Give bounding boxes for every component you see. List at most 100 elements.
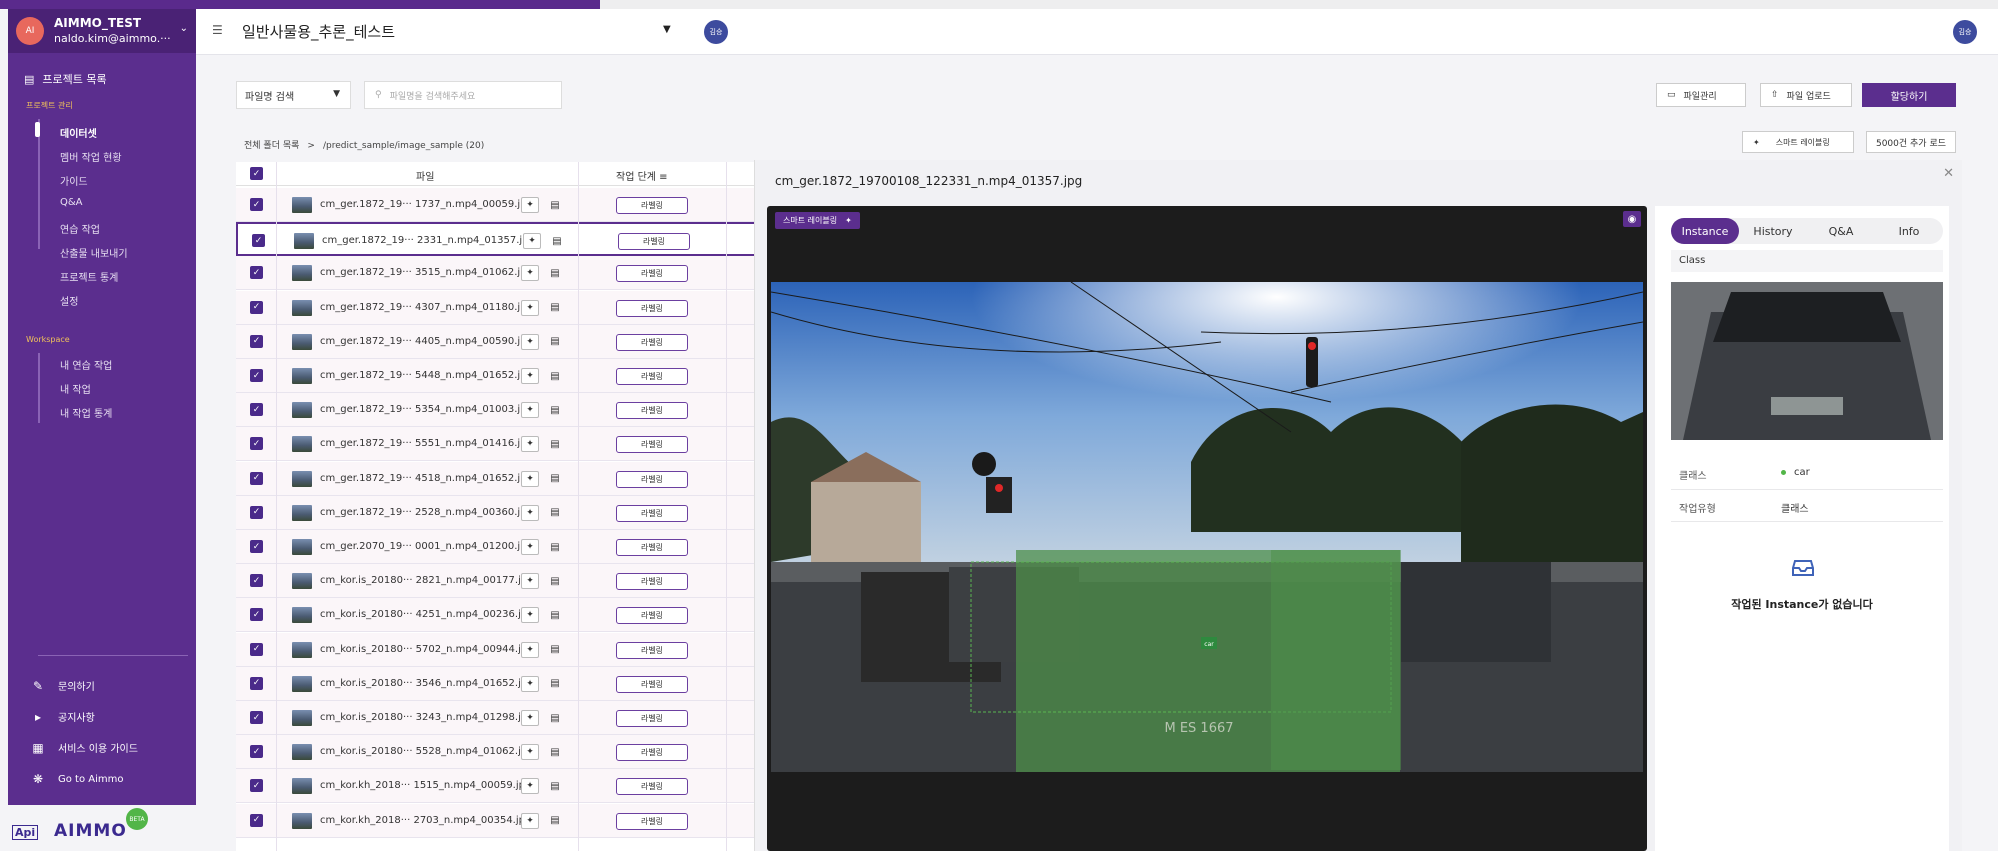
- sidebar-item-inquiry[interactable]: ✎ 문의하기: [30, 678, 95, 694]
- row-filename[interactable]: cm_ger.1872_19··· 5448_n.mp4_01652.jpg: [320, 370, 533, 381]
- load-more-button[interactable]: 5000건 추가 로드: [1866, 131, 1956, 153]
- account-switcher[interactable]: AI AIMMO_TEST naldo.kim@aimmo.··· ⌄: [8, 9, 196, 53]
- sidebar-item-stats[interactable]: 프로젝트 통계: [60, 269, 118, 284]
- row-filename[interactable]: cm_kor.kh_2018··· 2703_n.mp4_00354.jpg: [320, 815, 531, 826]
- magic-wand-icon[interactable]: ✦: [521, 607, 539, 624]
- project-title[interactable]: 일반사물용_추론_테스트: [242, 21, 395, 42]
- eye-icon[interactable]: ◉: [1623, 211, 1641, 227]
- row-checkbox[interactable]: ✓: [250, 676, 263, 690]
- table-row[interactable]: ✓ cm_ger.1872_19··· 4405_n.mp4_00590.jpg ✦…: [236, 324, 796, 359]
- export-icon[interactable]: ▤: [546, 265, 564, 281]
- row-filename[interactable]: cm_ger.1872_19··· 4307_n.mp4_01180.jpg: [320, 302, 533, 313]
- table-row[interactable]: ✓ cm_kor.is_20180··· 2821_n.mp4_00177.jpg…: [236, 564, 796, 599]
- export-icon[interactable]: ▤: [546, 607, 564, 623]
- magic-wand-icon[interactable]: ✦: [521, 573, 539, 590]
- row-filename[interactable]: cm_ger.1872_19··· 4405_n.mp4_00590.jpg: [320, 336, 533, 347]
- row-checkbox[interactable]: ✓: [250, 779, 263, 793]
- row-status-button[interactable]: 라벨링: [616, 197, 688, 214]
- export-icon[interactable]: ▤: [546, 676, 564, 692]
- table-row[interactable]: ✓ cm_ger.1872_19··· 3515_n.mp4_01062.jpg ✦…: [236, 256, 796, 291]
- sidebar-item-go-aimmo[interactable]: ❋ Go to Aimmo: [30, 772, 124, 786]
- row-status-button[interactable]: 라벨링: [616, 265, 688, 283]
- chevron-down-icon[interactable]: ⌄: [180, 23, 188, 34]
- breadcrumb-root[interactable]: 전체 폴더 목록: [244, 141, 299, 151]
- tab-info[interactable]: Info: [1875, 218, 1943, 244]
- select-all-checkbox[interactable]: ✓: [250, 167, 263, 180]
- row-checkbox[interactable]: ✓: [250, 403, 263, 417]
- row-filename[interactable]: cm_ger.1872_19··· 5354_n.mp4_01003.jpg: [320, 404, 533, 415]
- row-checkbox[interactable]: ✓: [250, 300, 263, 314]
- row-status-button[interactable]: 라벨링: [616, 299, 688, 317]
- export-icon[interactable]: ▤: [546, 539, 564, 555]
- table-row[interactable]: ✓ cm_ger.1872_19··· 5551_n.mp4_01416.jpg ✦…: [236, 427, 796, 462]
- magic-wand-icon[interactable]: ✦: [521, 675, 539, 692]
- row-filename[interactable]: cm_kor.is_20180··· 5528_n.mp4_01062.jpg: [320, 746, 534, 757]
- export-icon[interactable]: ▤: [546, 300, 564, 316]
- smart-labeling-button[interactable]: ✦ 스마트 레이블링: [1742, 131, 1854, 153]
- table-row[interactable]: ✓ cm_ger.1872_19··· 5354_n.mp4_01003.jpg ✦…: [236, 393, 796, 428]
- table-row[interactable]: ✓ cm_kor.is_20180··· 3243_n.mp4_01298.jpg…: [236, 701, 796, 735]
- search-type-select[interactable]: 파일명 검색 ▼: [236, 81, 351, 109]
- row-status-button[interactable]: 라벨링: [616, 607, 688, 625]
- magic-wand-icon[interactable]: ✦: [521, 197, 539, 213]
- row-filename[interactable]: cm_ger.2070_19··· 0001_n.mp4_01200.jpg: [320, 541, 533, 552]
- row-status-button[interactable]: 라벨링: [616, 436, 688, 454]
- row-status-button[interactable]: 라벨링: [616, 641, 688, 659]
- sidebar-item-export[interactable]: 산출물 내보내기: [60, 245, 128, 260]
- sidebar-item-my-practice[interactable]: 내 연습 작업: [60, 357, 112, 372]
- table-row[interactable]: ✓ cm_kor.is_20180··· 5702_n.mp4_00944.jpg…: [236, 632, 796, 667]
- row-status-button[interactable]: 라벨링: [616, 710, 688, 727]
- row-filename[interactable]: cm_kor.kh_2018··· 1515_n.mp4_00059.jpg: [320, 780, 531, 791]
- table-row[interactable]: ✓ cm_ger.1872_19··· 5448_n.mp4_01652.jpg ✦…: [236, 359, 796, 393]
- sidebar-item-member-status[interactable]: 멤버 작업 현황: [60, 149, 122, 164]
- row-checkbox[interactable]: ✓: [250, 334, 263, 348]
- row-filename[interactable]: cm_kor.is_20180··· 5702_n.mp4_00944.jpg: [320, 644, 534, 655]
- magic-wand-icon[interactable]: ✦: [521, 744, 539, 761]
- sidebar-item-guide[interactable]: 가이드: [60, 173, 88, 188]
- magic-wand-icon[interactable]: ✦: [521, 641, 539, 658]
- table-row[interactable]: ✓ cm_ger.1872_19··· 2528_n.mp4_00360.jpg ✦…: [236, 495, 796, 530]
- row-filename[interactable]: cm_ger.1872_19··· 5551_n.mp4_01416.jpg: [320, 438, 533, 449]
- table-row[interactable]: ✓ cm_kor.is_20180··· 4251_n.mp4_00236.jpg…: [236, 598, 796, 633]
- project-list-link[interactable]: ▤ 프로젝트 목록: [24, 71, 107, 87]
- table-row[interactable]: ✓ cm_kor.is_20180··· 5528_n.mp4_01062.jpg…: [236, 735, 796, 770]
- magic-wand-icon[interactable]: ✦: [521, 402, 539, 419]
- row-filename[interactable]: cm_ger.1872_19··· 3515_n.mp4_01062.jpg: [320, 267, 533, 278]
- row-status-button[interactable]: 라벨링: [616, 675, 688, 693]
- row-checkbox[interactable]: ✓: [252, 234, 265, 248]
- table-row[interactable]: ✓ cm_kor.kh_2018··· 2703_n.mp4_00354.jpg ✦…: [236, 803, 796, 838]
- row-checkbox[interactable]: ✓: [250, 505, 263, 519]
- row-filename[interactable]: cm_ger.1872_19··· 2331_n.mp4_01357.jpg: [322, 235, 535, 246]
- export-icon[interactable]: ▤: [546, 813, 564, 829]
- row-filename[interactable]: cm_ger.1872_19··· 2528_n.mp4_00360.jpg: [320, 507, 533, 518]
- sidebar-item-dataset[interactable]: 데이터셋: [60, 125, 97, 140]
- row-status-button[interactable]: 라벨링: [616, 778, 688, 796]
- magic-wand-icon[interactable]: ✦: [521, 333, 539, 350]
- table-row[interactable]: ✓ cm_ger.2070_19··· 0001_n.mp4_01200.jpg ✦…: [236, 530, 796, 564]
- magic-wand-icon[interactable]: ✦: [523, 233, 541, 250]
- export-icon[interactable]: ▤: [546, 778, 564, 794]
- table-row[interactable]: ✓ cm_ger.1872_19··· 2331_n.mp4_01357.jpg ✦…: [236, 222, 796, 257]
- assign-button[interactable]: 할당하기: [1862, 83, 1956, 107]
- sidebar-item-settings[interactable]: 설정: [60, 293, 78, 308]
- magic-wand-icon[interactable]: ✦: [521, 710, 539, 726]
- export-icon[interactable]: ▤: [548, 233, 566, 249]
- export-icon[interactable]: ▤: [546, 642, 564, 658]
- table-row[interactable]: ✓ cm_ger.1872_19··· 4307_n.mp4_01180.jpg ✦…: [236, 290, 796, 325]
- image-viewer[interactable]: 스마트 레이블링 ✦ ◉ car M ES 1667: [767, 206, 1647, 851]
- row-checkbox[interactable]: ✓: [250, 642, 263, 656]
- export-icon[interactable]: ▤: [546, 368, 564, 384]
- row-filename[interactable]: cm_kor.is_20180··· 3243_n.mp4_01298.jpg: [320, 712, 534, 723]
- export-icon[interactable]: ▤: [546, 573, 564, 589]
- magic-wand-icon[interactable]: ✦: [521, 436, 539, 453]
- row-checkbox[interactable]: ✓: [250, 540, 263, 553]
- close-icon[interactable]: ✕: [1943, 166, 1954, 181]
- file-upload-button[interactable]: ⇧ 파일 업로드: [1760, 83, 1852, 107]
- sidebar-item-practice[interactable]: 연습 작업: [60, 221, 100, 236]
- table-row[interactable]: ✓ cm_kor.kh_2018··· 1515_n.mp4_00059.jpg ✦…: [236, 769, 796, 804]
- magic-wand-icon[interactable]: ✦: [521, 265, 539, 282]
- export-icon[interactable]: ▤: [546, 505, 564, 521]
- magic-wand-icon[interactable]: ✦: [521, 539, 539, 555]
- row-checkbox[interactable]: ✓: [250, 711, 263, 724]
- row-status-button[interactable]: 라벨링: [616, 812, 688, 830]
